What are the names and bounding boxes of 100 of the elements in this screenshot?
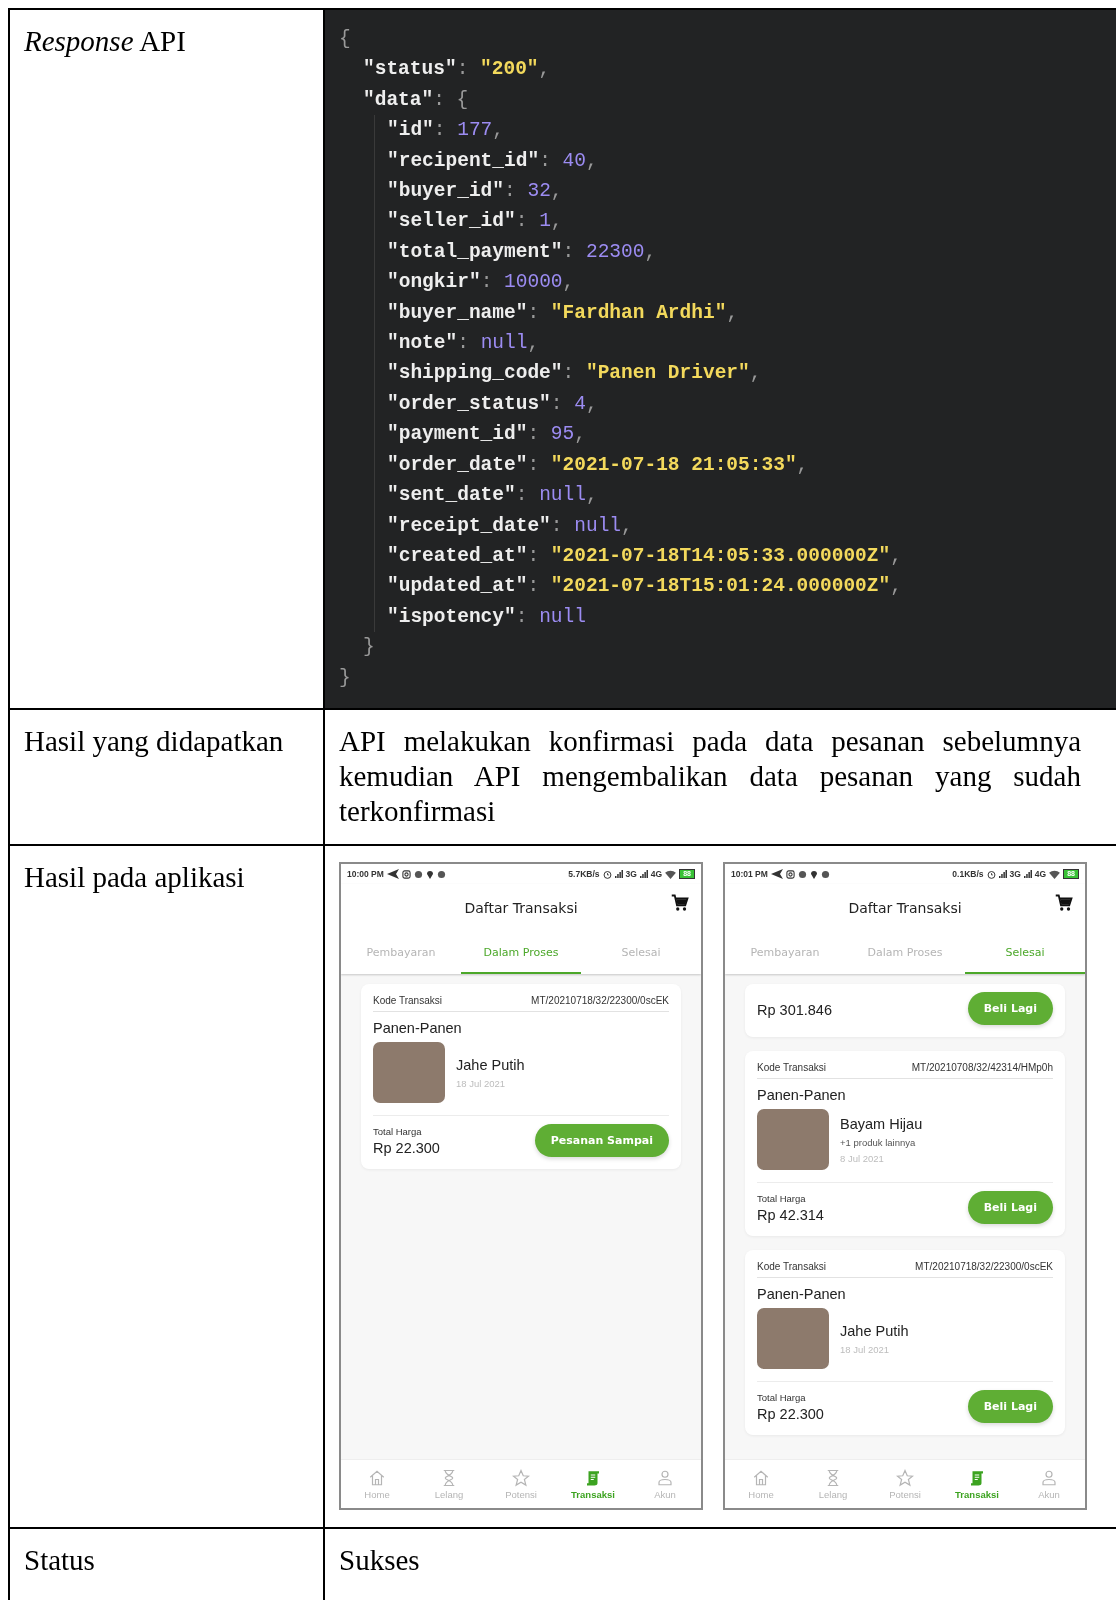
circle-icon (820, 869, 830, 879)
code-line: "payment_id": 95, (387, 422, 587, 448)
status-time: 10:01 PM (731, 869, 768, 879)
home-icon[interactable] (752, 1468, 770, 1487)
wifi-icon (1049, 869, 1061, 879)
tab[interactable]: Dalam Proses (461, 932, 581, 974)
alarm-clock-icon (602, 869, 612, 879)
code-line: "recipent_id": 40, (387, 148, 599, 174)
transaction-code: MT/20210718/32/22300/0scEK (915, 1261, 1053, 1272)
send-icon (386, 869, 399, 879)
nav-label[interactable]: Transaksi (571, 1488, 615, 1500)
person-icon[interactable] (656, 1468, 674, 1487)
cell-text: API melakukan konfirmasi pada data pesanan sebelumnya kemudian API mengembalikan data pesanan yang sudah terkonfirmasi (339, 724, 1081, 829)
action-button[interactable]: Pesanan Sampai (534, 1124, 669, 1157)
network-type: 3G (1009, 869, 1021, 879)
network-speed: 5.7KB/s (568, 869, 600, 879)
camera-icon (401, 869, 411, 879)
receipt-icon[interactable] (584, 1468, 602, 1487)
row-label: Response API (24, 24, 187, 59)
wifi-icon (665, 869, 677, 879)
store-name: Panen-Panen (757, 1286, 847, 1302)
cart-icon[interactable] (1055, 894, 1073, 912)
nav-label[interactable]: Home (364, 1488, 390, 1500)
row-label: Status (24, 1543, 96, 1578)
tab[interactable]: Selesai (581, 932, 701, 974)
location-pin-icon (809, 869, 818, 879)
photo-placeholder (757, 1109, 829, 1170)
signal-icon (639, 870, 648, 878)
home-icon[interactable] (368, 1468, 386, 1487)
code-line: "order_date": "2021-07-18 21:05:33", (387, 452, 810, 478)
location-pin-icon (425, 869, 434, 879)
total-price: Rp 22.300 (757, 1405, 824, 1422)
row-label: Hasil pada aplikasi (24, 860, 246, 895)
signal-icon (998, 870, 1007, 878)
nav-label[interactable]: Akun (654, 1488, 676, 1500)
nav-label[interactable]: Lelang (818, 1488, 848, 1500)
total-price: Rp 22.300 (373, 1139, 440, 1156)
total-price: Rp 301.846 (757, 1002, 832, 1018)
tab[interactable]: Selesai (965, 932, 1085, 974)
tab[interactable]: Pembayaran (725, 932, 845, 974)
camera-icon (785, 869, 795, 879)
total-price: Rp 42.314 (757, 1206, 824, 1223)
tab[interactable]: Dalam Proses (845, 932, 965, 974)
nav-label[interactable]: Lelang (434, 1488, 464, 1500)
code-line: "created_at": "2021-07-18T14:05:33.000000Z", (387, 543, 903, 569)
code-line: "order_status": 4, (387, 391, 599, 417)
person-icon[interactable] (1040, 1468, 1058, 1487)
screen-title: Daftar Transaksi (848, 900, 962, 916)
nav-label[interactable]: Potensi (505, 1488, 537, 1500)
code-line: "total_payment": 22300, (387, 239, 658, 265)
star-icon[interactable] (512, 1468, 530, 1487)
order-date: 8 Jul 2021 (840, 1152, 885, 1164)
action-button[interactable]: Beli Lagi (967, 1390, 1053, 1423)
nav-label[interactable]: Transaksi (955, 1488, 999, 1500)
network-type: 4G (650, 869, 663, 879)
total-label: Total Harga (373, 1125, 423, 1137)
receipt-icon[interactable] (968, 1468, 986, 1487)
code-line: "data": { (363, 87, 470, 113)
cell-text: Sukses (339, 1543, 421, 1578)
action-button[interactable]: Beli Lagi (967, 992, 1053, 1025)
network-type: 4G (1034, 869, 1047, 879)
circle-icon (413, 869, 423, 879)
code-label: Kode Transaksi (757, 1062, 826, 1073)
code-line: "ispotency": null (387, 604, 587, 630)
code-line: "buyer_name": "Fardhan Ardhi", (387, 300, 740, 326)
product-name: Bayam Hijau (840, 1115, 923, 1132)
transaction-code: MT/20210708/32/42314/HMp0h (911, 1062, 1053, 1073)
star-icon[interactable] (896, 1468, 914, 1487)
code-line: "id": 177, (387, 118, 506, 144)
order-date: 18 Jul 2021 (840, 1343, 891, 1355)
signal-icon (1023, 870, 1032, 878)
code-line: "updated_at": "2021-07-18T15:01:24.000000Z", (387, 574, 903, 600)
photo-placeholder (373, 1042, 445, 1103)
nav-label[interactable]: Home (748, 1488, 774, 1500)
circle-icon (797, 869, 807, 879)
code-line: "seller_id": 1, (387, 209, 564, 235)
product-name: Jahe Putih (456, 1056, 525, 1073)
code-label: Kode Transaksi (373, 995, 442, 1006)
code-line: } (339, 665, 352, 691)
photo-placeholder (757, 1308, 829, 1369)
circle-icon (436, 869, 446, 879)
code-line: "buyer_id": 32, (387, 179, 564, 205)
code-line: "sent_date": null, (387, 483, 599, 509)
nav-label[interactable]: Potensi (889, 1488, 921, 1500)
nav-label[interactable]: Akun (1038, 1488, 1060, 1500)
total-label: Total Harga (757, 1192, 807, 1204)
tab[interactable]: Pembayaran (341, 932, 461, 974)
cart-icon[interactable] (671, 894, 689, 912)
network-type: 3G (625, 869, 637, 879)
alarm-clock-icon (986, 869, 996, 879)
order-date: 18 Jul 2021 (456, 1077, 507, 1089)
total-label: Total Harga (757, 1391, 807, 1403)
action-button[interactable]: Beli Lagi (967, 1191, 1053, 1224)
code-line: "shipping_code": "Panen Driver", (387, 361, 763, 387)
send-icon (770, 869, 783, 879)
transaction-code: MT/20210718/32/22300/0scEK (531, 995, 669, 1006)
store-name: Panen-Panen (373, 1020, 463, 1036)
store-name: Panen-Panen (757, 1087, 847, 1103)
code-line: "note": null, (387, 331, 541, 357)
status-time: 10:00 PM (347, 869, 384, 879)
